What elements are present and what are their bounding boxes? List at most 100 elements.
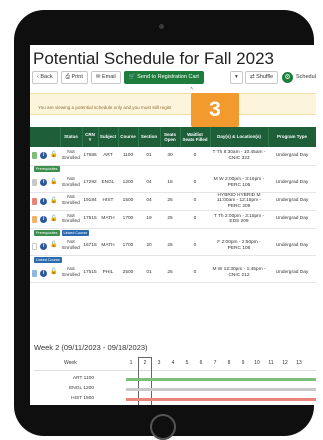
- cell-section: 01: [138, 147, 160, 166]
- course-tag[interactable]: Prerequisites: [34, 229, 60, 236]
- lock-icon[interactable]: 🔓: [50, 216, 57, 223]
- cell-waitlist: 0: [180, 174, 210, 193]
- column-header: [30, 127, 61, 147]
- week-grid-header: Week 1 2 3 4 5 6 7 8 9 10 11 12 13: [34, 357, 316, 371]
- color-swatch[interactable]: [32, 179, 38, 187]
- lock-icon[interactable]: 🔓: [50, 269, 57, 276]
- page-title: Potential Schedule for Fall 2023: [33, 49, 274, 68]
- row-icons: i 🔓: [30, 174, 60, 193]
- color-swatch[interactable]: [32, 269, 38, 277]
- color-swatch[interactable]: [32, 197, 38, 205]
- cell-course: 1200: [118, 174, 138, 193]
- lock-icon[interactable]: 🔓: [50, 179, 57, 186]
- week-number[interactable]: 12: [280, 360, 290, 366]
- send-to-registration-cart-button[interactable]: 🛒 Send to Registration Cart: [123, 71, 204, 84]
- cell-seats: 25: [160, 264, 180, 283]
- week-number[interactable]: 10: [252, 360, 262, 366]
- week-number[interactable]: 6: [196, 360, 206, 366]
- cell-status: Not Enrolled: [60, 264, 82, 283]
- camera-icon: [159, 24, 164, 29]
- column-header: Subject: [98, 127, 119, 147]
- week-header-label: Week: [64, 360, 77, 366]
- email-label: Email: [102, 74, 116, 80]
- print-button[interactable]: ⎙ Print: [60, 71, 88, 84]
- back-label: Back: [40, 74, 53, 80]
- cell-days: T Th 8:30am - 10:45am - CNIC 323: [210, 147, 268, 166]
- week-number[interactable]: 9: [238, 360, 248, 366]
- cell-status: Not Enrolled: [60, 174, 82, 193]
- table-row: i 🔓 Not Enrolled 17686 ART 1100 01 30 0 T Th 8:30…: [30, 147, 316, 166]
- course-tag[interactable]: Prerequisites: [34, 166, 60, 173]
- column-header: Status: [60, 127, 83, 147]
- cell-crn: 17686: [82, 147, 98, 166]
- lock-icon[interactable]: 🔓: [50, 198, 57, 205]
- color-swatch[interactable]: [32, 152, 38, 160]
- schedule-table: Status CRN # Subject Course Section Seats Ope…: [30, 127, 316, 283]
- printer-icon: ⎙: [65, 74, 71, 80]
- cell-status: Not Enrolled: [60, 147, 82, 166]
- alert-text: You are viewing a potential schedule onl…: [38, 105, 172, 110]
- week-row: ART 1100: [34, 375, 316, 384]
- color-swatch[interactable]: [32, 215, 38, 223]
- cell-crn: 17515: [82, 264, 98, 283]
- column-header: Course: [118, 127, 139, 147]
- info-icon[interactable]: i: [40, 242, 48, 250]
- cell-waitlist: 0: [180, 147, 210, 166]
- cell-section: 04: [138, 192, 160, 211]
- cell-course: 1500: [118, 192, 138, 211]
- cell-waitlist: 0: [180, 237, 210, 256]
- week-row-bar: [126, 398, 316, 401]
- info-icon[interactable]: i: [40, 269, 48, 277]
- info-icon[interactable]: i: [40, 215, 48, 223]
- color-swatch[interactable]: [32, 242, 38, 250]
- column-header: Seats Open: [160, 127, 181, 147]
- week-number[interactable]: 11: [266, 360, 276, 366]
- week-number[interactable]: 1: [126, 360, 136, 366]
- week-row-label: ART 1100: [72, 376, 94, 381]
- table-row: i 🔓 Not Enrolled 17515 PHIL 2500 01 25 0 M W 12:3…: [30, 264, 316, 283]
- table-row: i 🔓 Not Enrolled 16718 MATH 1700 20 25 0 F 2:00pm…: [30, 237, 316, 256]
- cell-type: Undergrad Day: [268, 264, 316, 283]
- cell-type: Undergrad Day: [268, 237, 316, 256]
- row-icons: i 🔓: [30, 147, 60, 166]
- back-button[interactable]: ‹ Back: [32, 71, 58, 84]
- cell-section: 04: [138, 174, 160, 193]
- cell-subject: HIST: [98, 192, 118, 211]
- column-header: CRN #: [82, 127, 99, 147]
- cell-status: Not Enrolled: [60, 192, 82, 211]
- info-icon[interactable]: i: [40, 197, 48, 205]
- filter-button[interactable]: ▾: [230, 71, 243, 84]
- week-row: HIST 1500: [34, 395, 316, 404]
- tag-cell: Linked Course: [30, 255, 316, 264]
- cell-type: Undergrad Day: [268, 147, 316, 166]
- shuffle-label: Shuffle: [256, 74, 274, 80]
- course-tag[interactable]: Linked Course: [61, 229, 90, 236]
- week-number[interactable]: 5: [182, 360, 192, 366]
- table-header-row: Status CRN # Subject Course Section Seats Ope…: [30, 127, 316, 147]
- week-number[interactable]: 7: [210, 360, 220, 366]
- cell-status: Not Enrolled: [60, 210, 82, 229]
- course-tag[interactable]: Linked Course: [34, 256, 62, 263]
- home-button[interactable]: [150, 414, 176, 440]
- cell-seats: 18: [160, 174, 180, 193]
- cell-course: 2500: [118, 264, 138, 283]
- info-icon[interactable]: i: [40, 152, 48, 160]
- envelope-icon: ✉: [95, 74, 101, 80]
- lock-icon[interactable]: 🔓: [50, 242, 57, 249]
- gear-icon[interactable]: ⚙: [282, 72, 293, 83]
- cell-course: 1100: [118, 147, 138, 166]
- schedule-label[interactable]: Schedule: [296, 71, 316, 84]
- cell-course: 1700: [118, 210, 138, 229]
- cell-section: 20: [138, 237, 160, 256]
- info-icon[interactable]: i: [40, 179, 48, 187]
- filter-icon: ▾: [235, 74, 238, 80]
- week-number[interactable]: 3: [154, 360, 164, 366]
- lock-icon[interactable]: 🔓: [50, 152, 57, 159]
- week-number[interactable]: 4: [168, 360, 178, 366]
- cart-icon: 🛒: [128, 74, 136, 80]
- week-number[interactable]: 13: [294, 360, 304, 366]
- column-header: Day(s) & Location(s): [210, 127, 269, 147]
- email-button[interactable]: ✉ Email: [90, 71, 121, 84]
- week-number[interactable]: 8: [224, 360, 234, 366]
- shuffle-button[interactable]: ⇄ Shuffle: [245, 71, 279, 84]
